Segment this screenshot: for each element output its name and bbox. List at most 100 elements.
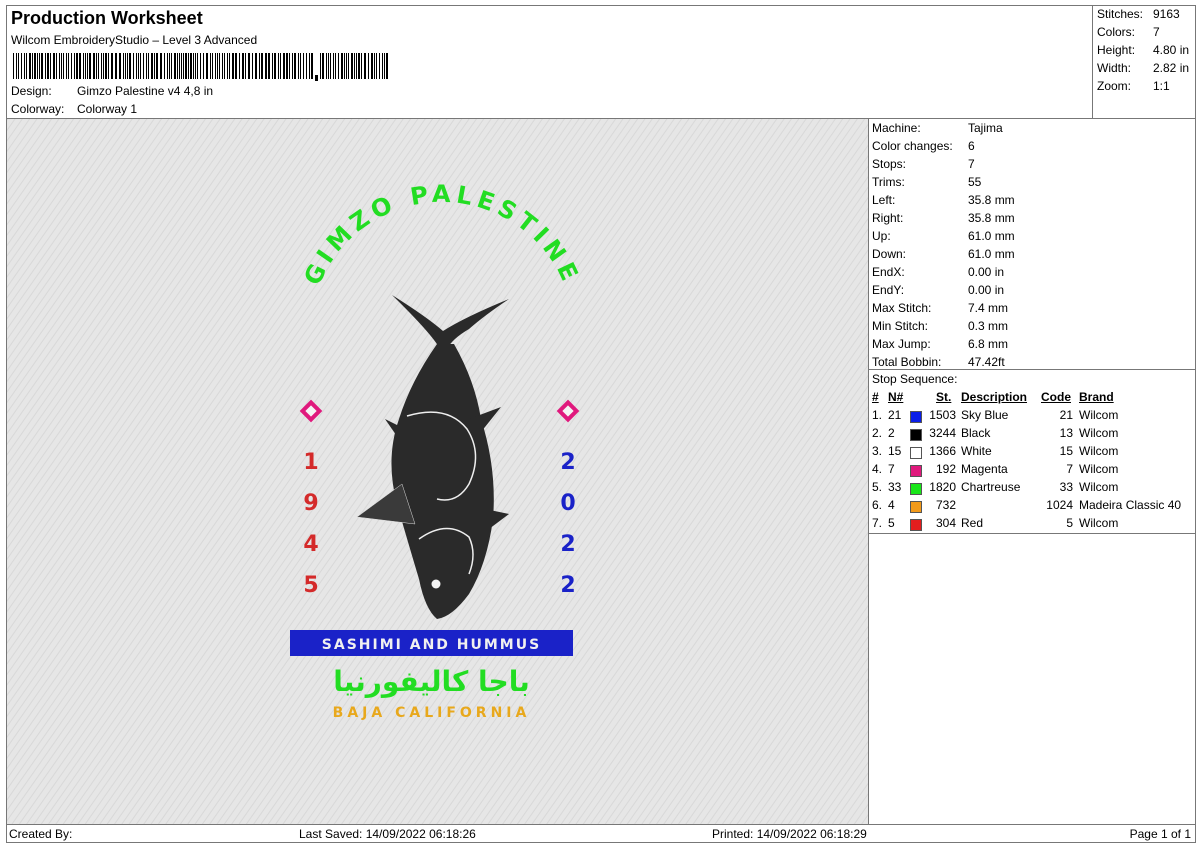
- stop-sequence-title: Stop Sequence:: [872, 372, 958, 386]
- detail-label: Right:: [872, 211, 904, 225]
- year-digit: 0: [560, 491, 575, 516]
- detail-label: Machine:: [872, 121, 921, 135]
- worksheet-footer: Created By: Last Saved: 14/09/2022 06:18…: [6, 824, 1196, 843]
- detail-label: Max Stitch:: [872, 301, 932, 315]
- detail-value: Tajima: [968, 121, 1003, 135]
- year-digit: 9: [303, 491, 318, 516]
- stop-n: 7: [888, 462, 895, 476]
- stop-n: 4: [888, 498, 895, 512]
- stat-label: Stitches:: [1097, 7, 1144, 21]
- color-swatch: [910, 483, 922, 495]
- stat-label: Height:: [1097, 43, 1136, 57]
- stat-row: Height: 4.80 in: [1097, 43, 1189, 57]
- stat-row: Colors: 7: [1097, 25, 1160, 39]
- year-digit: 2: [560, 573, 575, 598]
- year-digit: 4: [303, 532, 318, 557]
- detail-label: Up:: [872, 229, 891, 243]
- stop-code: 5: [1066, 516, 1073, 530]
- detail-value: 7: [968, 157, 975, 171]
- stop-desc: Magenta: [961, 462, 1008, 476]
- detail-row: Up: 61.0 mm: [872, 227, 1015, 245]
- detail-row: Trims: 55: [872, 173, 981, 191]
- stop-st: 1366: [929, 444, 956, 458]
- colorway-row: Colorway: Colorway 1: [11, 102, 137, 116]
- stat-row: Stitches: 9163: [1097, 7, 1180, 21]
- stop-st: 304: [935, 516, 956, 530]
- detail-value: 0.00 in: [968, 265, 1005, 279]
- detail-label: Left:: [872, 193, 896, 207]
- detail-value: 35.8 mm: [968, 193, 1015, 207]
- design-preview: GIMZO PALESTINE 1 9 4 5 2 0 2 2 SASHIMI …: [6, 118, 869, 825]
- column-header: Code: [1041, 390, 1071, 404]
- stop-st: 3244: [929, 426, 956, 440]
- stop-brand: Wilcom: [1079, 444, 1119, 458]
- stop-n: 33: [888, 480, 902, 494]
- detail-label: Down:: [872, 247, 907, 261]
- column-header: St.: [936, 390, 952, 404]
- worksheet-header: Production Worksheet Wilcom EmbroiderySt…: [6, 5, 1093, 119]
- year-digit: 2: [560, 450, 575, 475]
- stop-brand: Madeira Classic 40: [1079, 498, 1182, 512]
- stop-brand: Wilcom: [1079, 426, 1119, 440]
- printed-date: Printed: 14/09/2022 06:18:29: [712, 827, 867, 841]
- stop-code: 13: [1059, 426, 1073, 440]
- column-header: Description: [961, 390, 1028, 404]
- detail-value: 7.4 mm: [968, 301, 1009, 315]
- column-header: Brand: [1079, 390, 1114, 404]
- stop-brand: Wilcom: [1079, 462, 1119, 476]
- stop-code: 7: [1066, 462, 1073, 476]
- detail-row: Left: 35.8 mm: [872, 191, 1015, 209]
- stat-label: Zoom:: [1097, 79, 1132, 93]
- stat-label: Width:: [1097, 61, 1132, 75]
- detail-value: 0.3 mm: [968, 319, 1009, 333]
- detail-row: Down: 61.0 mm: [872, 245, 1015, 263]
- color-swatch: [910, 519, 922, 531]
- stop-brand: Wilcom: [1079, 408, 1119, 422]
- detail-row: Stops: 7: [872, 155, 975, 173]
- detail-value: 55: [968, 175, 982, 189]
- stop-n: 2: [888, 426, 895, 440]
- detail-value: 47.42ft: [968, 355, 1005, 369]
- stop-desc: White: [961, 444, 992, 458]
- stat-row: Zoom: 1:1: [1097, 79, 1170, 93]
- year-digit: 2: [560, 532, 575, 557]
- embroidery-design: GIMZO PALESTINE 1 9 4 5 2 0 2 2 SASHIMI …: [7, 119, 868, 824]
- stop-idx: 2.: [872, 426, 883, 440]
- detail-row: Right: 35.8 mm: [872, 209, 1015, 227]
- color-swatch: [910, 429, 922, 441]
- design-value: Gimzo Palestine v4 4,8 in: [77, 84, 214, 98]
- stop-code: 1024: [1046, 498, 1073, 512]
- stop-desc: Red: [961, 516, 984, 530]
- detail-row: Min Stitch: 0.3 mm: [872, 317, 1008, 335]
- year-digit: 5: [303, 573, 318, 598]
- stat-row: Width: 2.82 in: [1097, 61, 1189, 75]
- year-digit: 1: [303, 450, 318, 475]
- divider: [869, 533, 1195, 534]
- stop-st: 732: [935, 498, 956, 512]
- stop-idx: 7.: [872, 516, 883, 530]
- color-swatch: [910, 501, 922, 513]
- stop-desc: Sky Blue: [961, 408, 1009, 422]
- detail-label: Color changes:: [872, 139, 953, 153]
- stop-desc: Chartreuse: [961, 480, 1021, 494]
- banner-text: SASHIMI AND HUMMUS: [322, 637, 541, 653]
- stop-code: 15: [1059, 444, 1073, 458]
- fish-eye: [431, 579, 441, 589]
- stop-brand: Wilcom: [1079, 480, 1119, 494]
- details-panel: Machine: Tajima Color changes: 6 Stops: 7 Trim…: [868, 118, 1196, 825]
- detail-row: Max Jump: 6.8 mm: [872, 335, 1008, 353]
- stop-st: 192: [935, 462, 956, 476]
- software-name: Wilcom EmbroideryStudio – Level 3 Advanc…: [11, 33, 258, 47]
- stop-idx: 5.: [872, 480, 883, 494]
- column-header: N#: [888, 390, 904, 404]
- detail-label: Max Jump:: [872, 337, 931, 351]
- stop-st: 1503: [929, 408, 956, 422]
- detail-row: Machine: Tajima: [872, 119, 1003, 137]
- barcode-image: [13, 53, 388, 81]
- stop-brand: Wilcom: [1079, 516, 1119, 530]
- stats-panel: Stitches: 9163 Colors: 7 Height: 4.80 in Wi…: [1092, 5, 1196, 119]
- stop-n: 15: [888, 444, 902, 458]
- created-by: Created By:: [9, 827, 73, 841]
- column-header: #: [872, 390, 879, 404]
- detail-value: 35.8 mm: [968, 211, 1015, 225]
